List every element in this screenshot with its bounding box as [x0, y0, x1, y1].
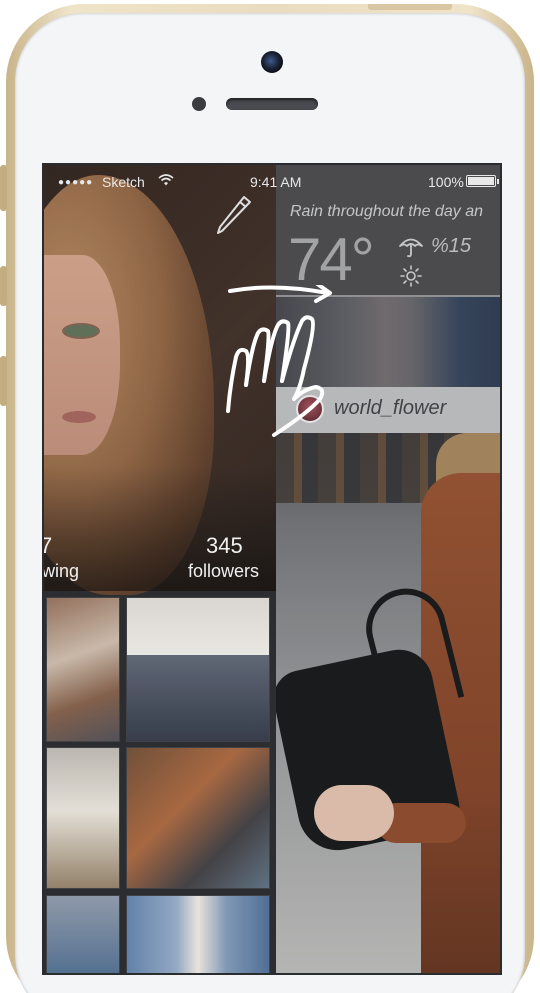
portrait-eye [64, 325, 98, 337]
carrier-name: Sketch [102, 174, 145, 190]
photo-hand [314, 785, 394, 841]
screen: Rain throughout the day an 74° %15 world [42, 163, 502, 975]
wifi-icon [158, 174, 174, 186]
weather-temperature: 74° [288, 226, 375, 293]
followers-label[interactable]: followers [188, 561, 259, 582]
signal-strength-icon: ●●●●● [58, 177, 94, 188]
followers-count[interactable]: 345 [206, 533, 243, 559]
umbrella-icon [399, 238, 423, 258]
following-label[interactable]: wing [44, 561, 79, 582]
status-bar: ●●●●● Sketch 9:41 AM 100% [44, 165, 500, 197]
grid-photo[interactable] [126, 747, 270, 889]
proximity-sensor [192, 97, 206, 111]
feed-photo[interactable] [276, 433, 500, 973]
earpiece-speaker [226, 98, 318, 110]
portrait-face [44, 255, 120, 455]
mute-switch [0, 165, 7, 211]
grid-photo[interactable] [126, 895, 270, 973]
grid-photo[interactable] [46, 597, 120, 742]
status-time: 9:41 AM [250, 174, 302, 190]
following-count[interactable]: 7 [44, 533, 52, 559]
grid-photo[interactable] [126, 597, 270, 742]
precipitation-chance: %15 [431, 235, 472, 257]
portrait-lips [62, 411, 96, 423]
power-button [368, 4, 452, 10]
swipe-hand-icon [226, 285, 332, 437]
volume-up-button [0, 266, 7, 306]
weather-forecast: Rain throughout the day an [290, 203, 484, 220]
battery-icon [466, 175, 499, 187]
battery-percentage: 100% [428, 174, 464, 190]
photo-grid [44, 597, 272, 973]
front-camera [261, 51, 283, 73]
sun-icon [400, 265, 422, 287]
grid-photo[interactable] [46, 895, 120, 973]
volume-down-button [0, 356, 7, 406]
pencil-icon[interactable] [214, 191, 254, 235]
grid-photo[interactable] [46, 747, 120, 889]
